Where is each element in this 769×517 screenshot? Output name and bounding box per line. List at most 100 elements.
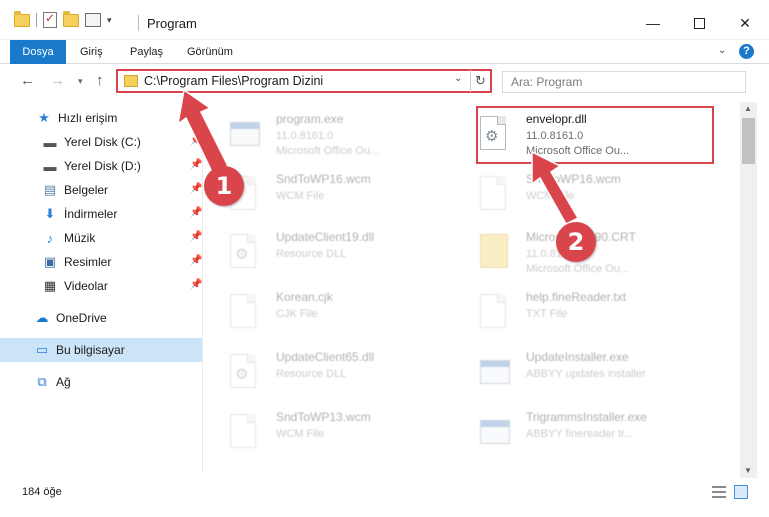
scroll-thumb[interactable] [742, 118, 755, 164]
list-item[interactable]: help.fineReader.txt TXT File [454, 284, 694, 340]
sidebar-item-label: Yerel Disk (C:) [64, 135, 141, 149]
annotation-badge-2: 2 [556, 222, 596, 262]
file-name: program.exe [276, 112, 344, 126]
documents-icon: ▤ [43, 182, 57, 197]
address-dropdown-chevron-icon[interactable]: ⌄ [454, 73, 462, 84]
file-name: TrigrammsInstaller.exe [526, 410, 647, 424]
dll-icon: ⚙ [230, 354, 260, 392]
minimize-icon: — [646, 15, 660, 31]
back-arrow-icon[interactable]: ← [20, 72, 35, 89]
exe-icon [480, 414, 510, 452]
dll-icon: ⚙ [230, 234, 260, 272]
ribbon-expand-chevron-icon[interactable]: ⌄ [718, 45, 726, 56]
pin-icon[interactable]: 📌 [190, 135, 202, 146]
folder-icon[interactable] [14, 10, 30, 27]
pin-icon[interactable]: 📌 [190, 255, 202, 266]
scroll-down-arrow-icon[interactable]: ▼ [744, 466, 752, 475]
file-detail: ABBYY updates installer [526, 368, 646, 380]
sidebar-item-documents[interactable]: ▤ Belgeler 📌 [0, 178, 203, 202]
sidebar-item-onedrive[interactable]: ☁ OneDrive [0, 306, 202, 330]
pin-icon[interactable]: 📌 [190, 183, 202, 194]
list-item[interactable]: ⚙ UpdateClient65.dll Resource DLL [204, 344, 444, 400]
sidebar-item-disk-c[interactable]: ▬ Yerel Disk (C:) 📌 [0, 130, 203, 154]
scroll-up-arrow-icon[interactable]: ▲ [744, 104, 752, 113]
address-path[interactable]: C:\Program Files\Program Dizini [144, 74, 323, 88]
address-bar[interactable]: C:\Program Files\Program Dizini ⌄ ↻ [116, 69, 492, 93]
sidebar-item-label: Videolar [64, 279, 108, 293]
maximize-button[interactable] [676, 8, 722, 38]
file-detail: 11.0.8161.0 [276, 130, 334, 142]
address-folder-icon [124, 75, 138, 87]
customize-chevron-icon[interactable]: ▾ [107, 15, 112, 26]
details-view-icon[interactable] [712, 486, 726, 498]
tab-share[interactable]: Paylaş [118, 40, 175, 64]
view-props-icon[interactable] [85, 13, 101, 27]
tab-view[interactable]: Görünüm [175, 40, 245, 64]
refresh-icon[interactable]: ↻ [470, 70, 490, 92]
list-item[interactable]: program.exe 11.0.8161.0 Microsoft Office… [204, 106, 444, 162]
sidebar-item-label: Resimler [64, 255, 112, 269]
sidebar-item-label: Ağ [56, 375, 71, 389]
list-item[interactable]: SndToWP16.wcm WCM File [454, 166, 694, 222]
sidebar-item-music[interactable]: ♪ Müzik 📌 [0, 226, 203, 250]
star-icon: ★ [38, 110, 50, 125]
properties-check-icon[interactable] [43, 11, 57, 28]
file-detail: Resource DLL [276, 248, 347, 260]
sidebar-item-downloads[interactable]: ⬇ İndirmeler 📌 [0, 202, 203, 226]
file-name: UpdateInstaller.exe [526, 350, 629, 364]
download-icon: ⬇ [44, 206, 56, 221]
sidebar-item-label: İndirmeler [64, 207, 118, 221]
gear-icon: ⚙ [235, 246, 249, 263]
sidebar-item-label: OneDrive [56, 311, 107, 325]
music-icon: ♪ [46, 230, 54, 246]
pin-icon[interactable]: 📌 [190, 231, 202, 242]
file-icon [480, 176, 510, 214]
tiles-view-icon[interactable] [734, 485, 748, 499]
gear-icon: ⚙ [235, 366, 249, 383]
file-detail: ABBYY finereader tr... [526, 428, 634, 440]
minimize-button[interactable]: — [630, 8, 676, 38]
sidebar-item-this-pc[interactable]: ▭ Bu bilgisayar [0, 338, 202, 362]
sidebar-item-quick-access[interactable]: ★ Hızlı erişim [0, 106, 202, 130]
file-detail: Resource DLL [276, 368, 347, 380]
file-list: program.exe 11.0.8161.0 Microsoft Office… [204, 102, 740, 472]
sidebar-item-videos[interactable]: ▦ Videolar 📌 [0, 274, 203, 298]
file-name: UpdateClient19.dll [276, 230, 375, 244]
vertical-scrollbar[interactable]: ▲ ▼ [740, 102, 757, 478]
sidebar-item-label: Müzik [64, 231, 96, 245]
list-item[interactable]: TrigrammsInstaller.exe ABBYY finereader … [454, 404, 694, 460]
exe-icon [480, 354, 510, 392]
up-arrow-icon[interactable]: ↑ [96, 72, 104, 89]
drive-icon: ▬ [43, 134, 57, 150]
sidebar-item-network[interactable]: ⧉ Ağ [0, 370, 202, 394]
quick-access-toolbar: ▾ [14, 10, 112, 28]
new-folder-icon[interactable] [63, 10, 79, 27]
close-icon: ✕ [739, 14, 751, 31]
recent-locations-chevron-icon[interactable]: ▾ [78, 76, 83, 87]
forward-arrow-icon[interactable]: → [50, 72, 65, 89]
help-icon[interactable]: ? [739, 44, 754, 59]
address-row: ← → ▾ ↑ C:\Program Files\Program Dizini … [0, 64, 769, 100]
file-detail: Microsoft Office Ou... [276, 145, 380, 157]
annotation-badge-1: 1 [204, 166, 244, 206]
list-item[interactable]: ⚙ UpdateClient19.dll Resource DLL [204, 224, 444, 280]
pin-icon[interactable]: 📌 [190, 279, 202, 290]
file-detail: CJK File [276, 308, 318, 320]
tab-home[interactable]: Giriş [68, 40, 115, 64]
toolbar-separator [36, 13, 37, 27]
videos-icon: ▦ [43, 278, 57, 293]
sidebar-item-label: Belgeler [64, 183, 109, 197]
maximize-icon [693, 17, 705, 29]
item-count: 184 öğe [22, 486, 62, 498]
close-button[interactable]: ✕ [722, 8, 768, 38]
list-item[interactable]: UpdateInstaller.exe ABBYY updates instal… [454, 344, 694, 400]
search-input[interactable] [503, 72, 745, 92]
pin-icon[interactable]: 📌 [190, 207, 202, 218]
search-box[interactable] [502, 71, 746, 93]
file-icon [480, 294, 510, 332]
sidebar-item-pictures[interactable]: ▣ Resimler 📌 [0, 250, 203, 274]
list-item[interactable]: SndToWP13.wcm WCM File [204, 404, 444, 460]
pin-icon[interactable]: 📌 [190, 159, 202, 170]
list-item[interactable]: Korean.cjk CJK File [204, 284, 444, 340]
sidebar-item-disk-d[interactable]: ▬ Yerel Disk (D:) 📌 [0, 154, 203, 178]
